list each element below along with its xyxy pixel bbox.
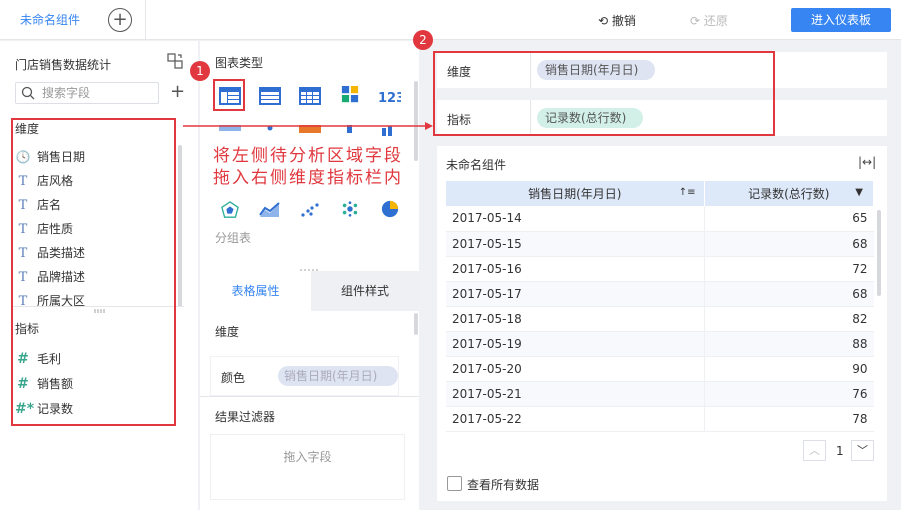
date-cell: 2017-05-14 bbox=[446, 206, 705, 232]
count-cell: 78 bbox=[704, 406, 874, 432]
redo-button[interactable]: ⟳ 还原 bbox=[690, 12, 728, 29]
undo-icon: ⟲ bbox=[598, 14, 609, 28]
tab-component-style[interactable]: 组件样式 bbox=[311, 271, 419, 311]
table-row: 2017-05-15 68 bbox=[446, 231, 874, 257]
search-icon bbox=[21, 86, 35, 100]
properties-scrollbar[interactable] bbox=[414, 313, 418, 335]
highlight-box-fields bbox=[11, 118, 176, 426]
svg-text:123: 123 bbox=[378, 91, 401, 105]
section-divider bbox=[200, 396, 419, 397]
add-tab-button[interactable]: + bbox=[108, 8, 132, 32]
highlight-box-chart-type bbox=[213, 79, 245, 111]
table-row: 2017-05-18 82 bbox=[446, 306, 874, 332]
date-cell: 2017-05-20 bbox=[446, 356, 705, 382]
attr-dimension-label: 维度 bbox=[215, 325, 240, 339]
drag-instruction-annotation: 将左侧待分析区域字段 拖入右侧维度指标栏内 bbox=[203, 145, 413, 189]
chart-type-title: 图表类型 bbox=[215, 56, 264, 70]
add-field-icon[interactable]: + bbox=[170, 82, 185, 102]
table-row: 2017-05-20 90 bbox=[446, 356, 874, 382]
drag-arrow-icon bbox=[183, 122, 433, 130]
step-badge-1: 1 bbox=[190, 61, 210, 81]
undo-label: 撤销 bbox=[611, 14, 636, 28]
redo-label: 还原 bbox=[703, 14, 728, 28]
top-bar: 未命名组件 + ⟲ 撤销 ⟳ 还原 进入仪表板 bbox=[0, 0, 901, 40]
date-cell: 2017-05-17 bbox=[446, 281, 705, 307]
date-cell: 2017-05-16 bbox=[446, 256, 705, 282]
column-header-label: 销售日期(年月日) bbox=[528, 187, 622, 201]
table-row: 2017-05-19 88 bbox=[446, 331, 874, 357]
count-cell: 68 bbox=[704, 281, 874, 307]
bubble-cluster-icon[interactable] bbox=[339, 200, 361, 218]
table-row: 2017-05-17 68 bbox=[446, 281, 874, 307]
chart-config-panel: 图表类型 123 将左侧待分析区域字段 拖入右侧维度指标栏内 分组表 表格属性 … bbox=[200, 41, 419, 510]
count-cell: 90 bbox=[704, 356, 874, 382]
count-cell: 65 bbox=[704, 206, 874, 232]
color-label: 颜色 bbox=[221, 371, 246, 385]
dimension-scrollbar[interactable] bbox=[178, 145, 182, 307]
color-field-pill[interactable]: 销售日期(年月日) bbox=[278, 366, 398, 386]
table-row: 2017-05-16 72 bbox=[446, 256, 874, 282]
undo-button[interactable]: ⟲ 撤销 bbox=[598, 12, 636, 29]
tab-divider bbox=[145, 0, 146, 40]
count-cell: 72 bbox=[704, 256, 874, 282]
search-input[interactable] bbox=[42, 85, 152, 101]
prev-page-button[interactable]: ︿ bbox=[803, 440, 826, 461]
column-header-date[interactable]: 销售日期(年月日) ↑≡ bbox=[446, 181, 705, 206]
sort-icon[interactable]: ↑≡ bbox=[679, 187, 696, 198]
result-filter-label: 结果过滤器 bbox=[215, 410, 276, 424]
table-row: 2017-05-21 76 bbox=[446, 381, 874, 407]
annotation-line-2: 拖入右侧维度指标栏内 bbox=[213, 168, 403, 188]
cross-table-icon[interactable] bbox=[299, 87, 321, 105]
fit-width-icon[interactable]: |↔| bbox=[858, 155, 876, 169]
count-cell: 76 bbox=[704, 381, 874, 407]
filter-drop-zone[interactable]: 拖入字段 bbox=[210, 434, 405, 500]
selected-chart-type-label: 分组表 bbox=[215, 231, 252, 245]
table-row: 2017-05-22 78 bbox=[446, 406, 874, 432]
count-cell: 68 bbox=[704, 231, 874, 257]
tab-table-properties[interactable]: 表格属性 bbox=[200, 271, 311, 311]
date-cell: 2017-05-19 bbox=[446, 331, 705, 357]
enter-dashboard-button[interactable]: 进入仪表板 bbox=[791, 8, 891, 32]
date-cell: 2017-05-15 bbox=[446, 231, 705, 257]
date-cell: 2017-05-21 bbox=[446, 381, 705, 407]
number-123-icon[interactable]: 123 bbox=[377, 87, 401, 105]
date-cell: 2017-05-22 bbox=[446, 406, 705, 432]
property-tabs: 表格属性 组件样式 bbox=[200, 271, 419, 311]
result-table: 销售日期(年月日) ↑≡ 记录数(总行数) ▼ 2017-05-14 65 201… bbox=[446, 181, 874, 432]
count-cell: 88 bbox=[704, 331, 874, 357]
view-all-checkbox[interactable] bbox=[447, 476, 462, 491]
dataset-title: 门店销售数据统计 bbox=[15, 58, 112, 72]
date-cell: 2017-05-18 bbox=[446, 306, 705, 332]
field-search bbox=[15, 82, 159, 104]
kpi-grid-icon[interactable] bbox=[339, 86, 361, 104]
annotation-line-1: 将左侧待分析区域字段 bbox=[213, 146, 403, 166]
view-all-label: 查看所有数据 bbox=[467, 478, 540, 492]
scatter-icon[interactable] bbox=[299, 201, 321, 219]
tab-unnamed-component[interactable]: 未命名组件 bbox=[8, 0, 92, 40]
next-page-button[interactable]: ﹀ bbox=[851, 440, 874, 461]
detail-table-icon[interactable] bbox=[259, 87, 281, 105]
area-chart-icon[interactable] bbox=[259, 201, 281, 219]
count-cell: 82 bbox=[704, 306, 874, 332]
step-badge-2: 2 bbox=[413, 30, 433, 50]
highlight-box-drop-targets bbox=[433, 51, 775, 136]
radar-icon[interactable] bbox=[219, 201, 241, 219]
column-header-count[interactable]: 记录数(总行数) ▼ bbox=[704, 181, 874, 206]
switch-dataset-icon[interactable] bbox=[167, 53, 183, 69]
table-row: 2017-05-14 65 bbox=[446, 206, 874, 232]
redo-icon: ⟳ bbox=[690, 14, 701, 28]
table-scrollbar[interactable] bbox=[877, 210, 881, 296]
sort-desc-icon[interactable]: ▼ bbox=[855, 187, 863, 198]
page-number: 1 bbox=[836, 444, 844, 458]
component-title: 未命名组件 bbox=[446, 158, 507, 172]
column-header-label: 记录数(总行数) bbox=[748, 187, 830, 201]
pie-chart-icon[interactable] bbox=[379, 200, 401, 218]
